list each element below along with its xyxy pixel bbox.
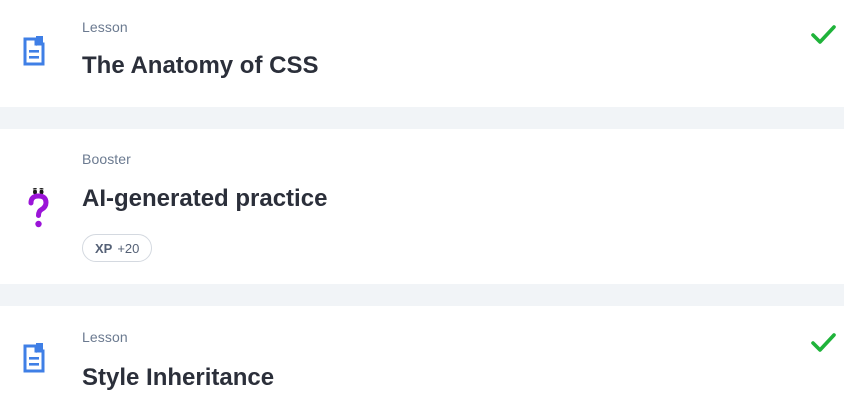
lesson-list: Lesson The Anatomy of CSS Booster AI-gen… [0, 0, 844, 418]
item-title[interactable]: The Anatomy of CSS [82, 52, 318, 80]
document-icon [23, 36, 45, 66]
list-item-lesson[interactable]: Lesson Style Inheritance [0, 306, 844, 418]
list-item-lesson[interactable]: Lesson The Anatomy of CSS [0, 0, 844, 107]
item-title[interactable]: AI-generated practice [82, 185, 327, 213]
xp-label: XP [95, 240, 113, 256]
xp-value: +20 [117, 240, 140, 256]
xp-badge: XP +20 [82, 234, 153, 262]
item-type-label: Booster [82, 151, 131, 167]
checkmark-icon [811, 25, 836, 44]
item-title[interactable]: Style Inheritance [82, 364, 274, 392]
document-icon [23, 343, 45, 373]
item-type-label: Lesson [82, 19, 128, 35]
checkmark-icon [811, 333, 836, 352]
question-mark-icon [28, 188, 49, 228]
list-item-booster[interactable]: Booster AI-generated practice XP +20 [0, 129, 844, 284]
item-type-label: Lesson [82, 329, 128, 345]
